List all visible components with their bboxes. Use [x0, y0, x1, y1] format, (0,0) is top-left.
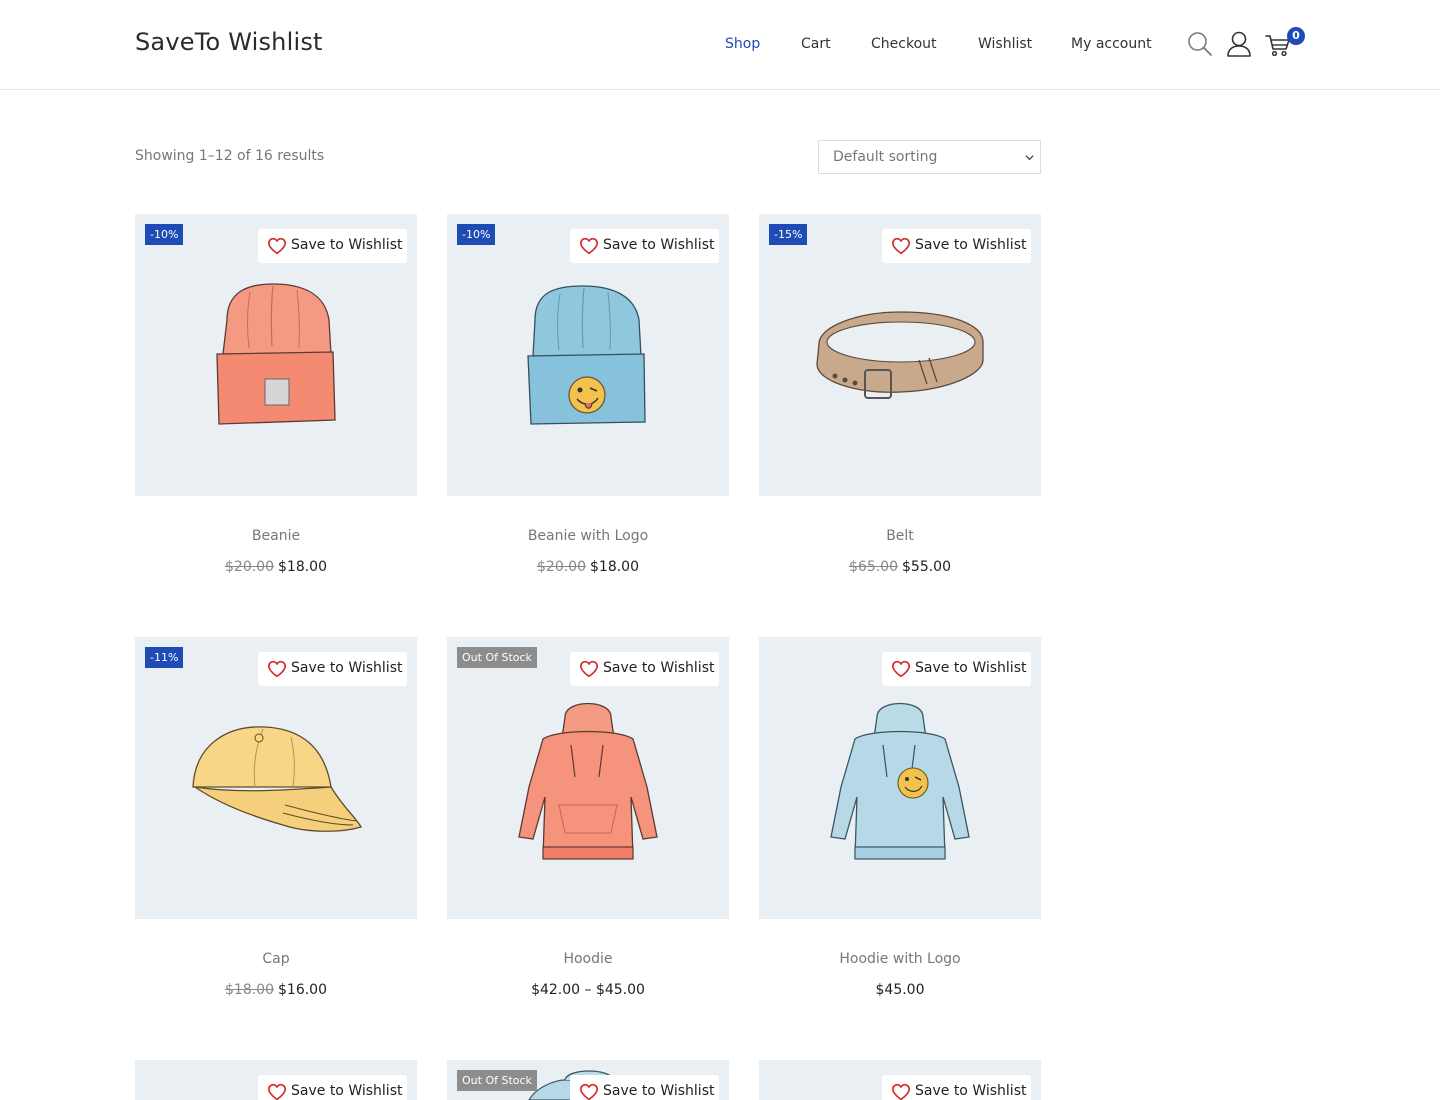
heart-icon	[891, 660, 910, 678]
save-to-wishlist-label: Save to Wishlist	[915, 660, 1027, 676]
out-of-stock-badge: Out Of Stock	[457, 647, 537, 668]
product-price: $45.00	[875, 982, 925, 998]
save-to-wishlist-label: Save to Wishlist	[603, 237, 715, 253]
result-count: Showing 1–12 of 16 results	[135, 148, 325, 164]
save-to-wishlist-button[interactable]: Save to Wishlist	[882, 652, 1031, 686]
chevron-down-icon	[1025, 155, 1034, 161]
product-price: $20.00 $18.00	[447, 559, 729, 575]
nav-cart[interactable]: Cart	[801, 36, 831, 52]
sale-price: $18.00	[278, 559, 327, 575]
heart-icon	[891, 237, 910, 255]
product-price: $42.00 – $45.00	[531, 982, 645, 998]
product-price: $18.00 $16.00	[135, 982, 417, 998]
user-icon[interactable]	[1225, 30, 1253, 58]
regular-price: $18.00	[225, 982, 274, 998]
product-image[interactable]: Out Of Stock Save to Wishlist	[447, 1060, 729, 1100]
cart-count-badge: 0	[1287, 27, 1305, 45]
save-to-wishlist-label: Save to Wishlist	[291, 1083, 403, 1099]
heart-icon	[579, 660, 598, 678]
heart-icon	[268, 1083, 286, 1100]
nav-my-account[interactable]: My account	[1071, 36, 1152, 52]
sale-badge: -10%	[145, 224, 184, 245]
regular-price: $20.00	[225, 559, 274, 575]
heart-icon	[580, 1083, 598, 1100]
site-logo[interactable]: SaveTo Wishlist	[135, 28, 323, 56]
nav-checkout[interactable]: Checkout	[871, 36, 937, 52]
save-to-wishlist-label: Save to Wishlist	[915, 1083, 1027, 1099]
product-image[interactable]: -10% Save to Wishlist	[135, 214, 417, 496]
save-to-wishlist-label: Save to Wishlist	[603, 1083, 715, 1099]
regular-price: $65.00	[849, 559, 898, 575]
product-image[interactable]: -11% Save to Wishlist	[135, 637, 417, 919]
product-price: $65.00 $55.00	[759, 559, 1041, 575]
sale-badge: -11%	[145, 647, 184, 668]
product-title[interactable]: Cap	[135, 951, 417, 967]
save-to-wishlist-button[interactable]: Save to Wishlist	[258, 652, 407, 686]
heart-icon	[268, 237, 286, 255]
save-to-wishlist-button[interactable]: Save to Wishlist	[882, 1075, 1031, 1100]
heart-icon	[892, 1083, 910, 1100]
site-header: SaveTo Wishlist Shop Cart Checkout Wishl…	[0, 0, 1440, 90]
product-image[interactable]: -10% Save to Wishlist	[447, 214, 729, 496]
sale-price: $18.00	[590, 559, 639, 575]
sort-select-value: Default sorting	[833, 149, 938, 165]
product-title[interactable]: Beanie with Logo	[447, 528, 729, 544]
product-title[interactable]: Beanie	[135, 528, 417, 544]
sort-select[interactable]: Default sorting	[818, 140, 1041, 174]
product-title[interactable]: Hoodie	[447, 951, 729, 967]
regular-price: $20.00	[537, 559, 586, 575]
product-title[interactable]: Belt	[759, 528, 1041, 544]
sale-badge: -10%	[457, 224, 496, 245]
save-to-wishlist-label: Save to Wishlist	[291, 660, 403, 676]
out-of-stock-badge: Out Of Stock	[457, 1070, 537, 1091]
sale-badge: -15%	[769, 224, 808, 245]
product-image[interactable]: Save to Wishlist	[759, 1060, 1041, 1100]
product-image[interactable]: -15% Save to Wishlist	[759, 214, 1041, 496]
save-to-wishlist-label: Save to Wishlist	[291, 237, 403, 253]
save-to-wishlist-button[interactable]: Save to Wishlist	[882, 229, 1031, 263]
product-price: $20.00 $18.00	[135, 559, 417, 575]
nav-shop[interactable]: Shop	[725, 36, 760, 52]
save-to-wishlist-label: Save to Wishlist	[915, 237, 1027, 253]
nav-wishlist[interactable]: Wishlist	[978, 36, 1032, 52]
product-image[interactable]: Out Of Stock Save to Wishlist	[447, 637, 729, 919]
product-image[interactable]: Save to Wishlist	[135, 1060, 417, 1100]
product-image[interactable]: Save to Wishlist	[759, 637, 1041, 919]
sale-price: $55.00	[902, 559, 951, 575]
search-icon[interactable]	[1186, 30, 1214, 58]
heart-icon	[579, 237, 598, 255]
save-to-wishlist-button[interactable]: Save to Wishlist	[570, 1075, 719, 1100]
save-to-wishlist-button[interactable]: Save to Wishlist	[258, 229, 407, 263]
save-to-wishlist-button[interactable]: Save to Wishlist	[570, 229, 719, 263]
save-to-wishlist-button[interactable]: Save to Wishlist	[258, 1075, 407, 1100]
save-to-wishlist-label: Save to Wishlist	[603, 660, 715, 676]
heart-icon	[268, 660, 286, 678]
sale-price: $16.00	[278, 982, 327, 998]
product-title[interactable]: Hoodie with Logo	[759, 951, 1041, 967]
save-to-wishlist-button[interactable]: Save to Wishlist	[570, 652, 719, 686]
